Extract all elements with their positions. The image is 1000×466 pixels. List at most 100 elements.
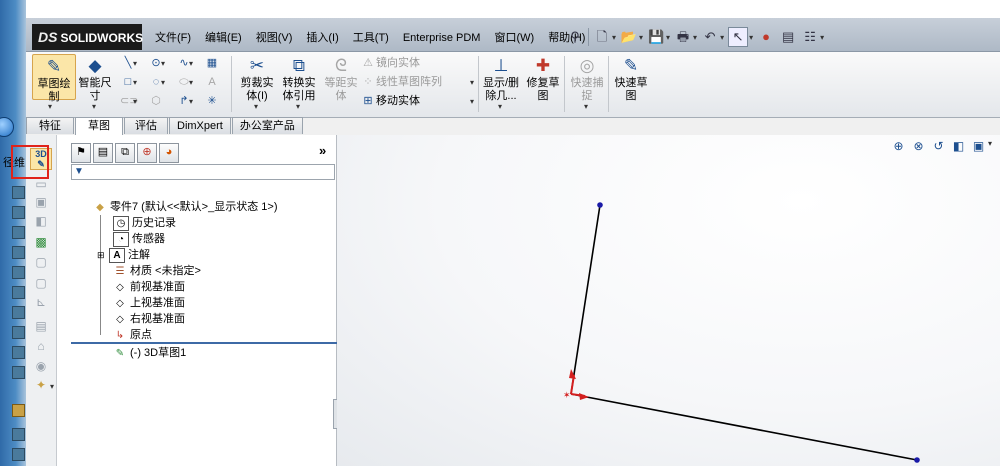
- chevron-down-icon[interactable]: ▾: [749, 33, 753, 42]
- strip-item-icon[interactable]: [12, 346, 25, 359]
- strip-item-icon[interactable]: [12, 246, 25, 259]
- sketch-tool-icon[interactable]: ▤: [34, 319, 48, 333]
- text-tool[interactable]: A: [204, 73, 220, 92]
- sketch-tool-icon[interactable]: ◧: [34, 214, 48, 228]
- new-document-icon[interactable]: 🗋: [593, 28, 611, 46]
- folder-icon[interactable]: [12, 404, 25, 417]
- slot-tool[interactable]: ⊂⊃▾: [120, 92, 138, 111]
- tree-item-annotations[interactable]: ⊞ A 注解: [97, 247, 150, 263]
- solidworks-logo[interactable]: DS SOLIDWORKS: [32, 24, 143, 50]
- magic-wand-icon[interactable]: ✦: [34, 378, 48, 392]
- tab-evaluate[interactable]: 评估: [124, 117, 168, 134]
- strip-item-icon[interactable]: [12, 326, 25, 339]
- save-icon[interactable]: 💾: [647, 28, 665, 46]
- chevron-down-icon[interactable]: ▾: [254, 102, 258, 111]
- trim-entities-button[interactable]: ✂ 剪裁实 体(I): [236, 54, 278, 103]
- polygon-tool[interactable]: ⬡: [148, 92, 164, 111]
- menu-edit[interactable]: 编辑(E): [198, 27, 249, 49]
- chevron-down-icon[interactable]: ▾: [612, 33, 616, 42]
- strip-item-icon[interactable]: [12, 186, 25, 199]
- feature-manager-tab-icon[interactable]: ⚑: [71, 143, 91, 163]
- chevron-down-icon[interactable]: ▾: [189, 59, 193, 68]
- sketch-tool-icon[interactable]: ▢: [34, 276, 48, 290]
- menu-view[interactable]: 视图(V): [249, 27, 300, 49]
- tree-item-history[interactable]: ◷ 历史记录: [113, 215, 176, 231]
- tree-item-front-plane[interactable]: ◇ 前视基准面: [113, 279, 185, 295]
- tree-item-material[interactable]: ☰ 材质 <未指定>: [113, 263, 201, 279]
- configuration-manager-tab-icon[interactable]: ⧉: [115, 143, 135, 163]
- menu-window[interactable]: 窗口(W): [487, 27, 541, 49]
- chevron-down-icon[interactable]: ▾: [296, 102, 300, 111]
- chevron-down-icon[interactable]: ▾: [498, 102, 502, 111]
- tab-sketch[interactable]: 草图: [75, 117, 123, 136]
- chevron-down-icon[interactable]: ▾: [189, 78, 193, 87]
- strip-item-icon[interactable]: [12, 206, 25, 219]
- rollback-bar[interactable]: [71, 342, 337, 344]
- sketch-tool-icon[interactable]: ▣: [34, 195, 48, 209]
- smart-dimension-button[interactable]: ◆ 智能尺 寸: [74, 54, 116, 103]
- print-icon[interactable]: 🖶: [674, 28, 692, 46]
- quick-snaps-button[interactable]: ◎ 快速捕 捉: [566, 54, 608, 103]
- sketch-tool-icon[interactable]: ⊾: [34, 295, 48, 309]
- circle-tool[interactable]: ⊙▾: [148, 54, 165, 73]
- dimxpert-manager-tab-icon[interactable]: ⊕: [137, 143, 157, 163]
- tree-item-origin[interactable]: ↳ 原点: [113, 327, 152, 343]
- chevron-down-icon[interactable]: ▾: [133, 78, 137, 87]
- tab-dimxpert[interactable]: DimXpert: [169, 117, 231, 134]
- tree-item-3d-sketch[interactable]: ✎ (-) 3D草图1: [113, 345, 186, 361]
- rectangle-tool[interactable]: □ ▾: [120, 73, 137, 92]
- chevron-down-icon[interactable]: ▾: [584, 102, 588, 111]
- fillet-tool[interactable]: ↱▾: [176, 92, 193, 111]
- sketch-picture-icon[interactable]: ▩: [34, 235, 48, 249]
- menu-tools[interactable]: 工具(T): [346, 27, 396, 49]
- chevron-down-icon[interactable]: ▾: [470, 97, 474, 106]
- point-tool[interactable]: ✳: [204, 92, 220, 111]
- chevron-down-icon[interactable]: ▾: [820, 33, 824, 42]
- chevron-down-icon[interactable]: ▾: [133, 97, 137, 106]
- expand-panel-icon[interactable]: »: [319, 143, 326, 158]
- sketch-tool-icon[interactable]: ◉: [34, 359, 48, 373]
- select-pointer-icon[interactable]: ↖: [728, 27, 749, 47]
- ellipse-tool[interactable]: ⬭▾: [176, 73, 193, 92]
- back-arrow-icon[interactable]: [0, 117, 14, 137]
- rapid-sketch-button[interactable]: ✎ 快速草 图: [610, 54, 652, 103]
- chevron-down-icon[interactable]: ▾: [720, 33, 724, 42]
- chevron-down-icon[interactable]: ▾: [48, 102, 52, 111]
- strip-item-icon[interactable]: [12, 286, 25, 299]
- menu-enterprise-pdm[interactable]: Enterprise PDM: [396, 27, 488, 49]
- chevron-down-icon[interactable]: ▾: [639, 33, 643, 42]
- tab-office-products[interactable]: 办公室产品: [231, 117, 303, 134]
- expand-plus-icon[interactable]: ⊞: [97, 247, 109, 263]
- move-entities-button[interactable]: ⊞ 移动实体: [360, 92, 420, 111]
- sketch-tool-icon[interactable]: ▢: [34, 255, 48, 269]
- tree-filter-input[interactable]: ▼: [71, 164, 335, 180]
- sketch-tool-icon[interactable]: ▭: [34, 177, 48, 191]
- strip-item-icon[interactable]: [12, 306, 25, 319]
- strip-item-icon[interactable]: [12, 266, 25, 279]
- strip-item-icon[interactable]: [12, 226, 25, 239]
- repair-sketch-button[interactable]: ✚ 修复草 图: [522, 54, 564, 103]
- sketch-endpoint[interactable]: [914, 457, 920, 463]
- strip-item-icon[interactable]: [12, 428, 25, 441]
- chevron-down-icon[interactable]: ▾: [693, 33, 697, 42]
- convert-entities-button[interactable]: ⧉ 转换实 体引用: [278, 54, 320, 103]
- display-delete-relations-button[interactable]: ⊥ 显示/删 除几...: [480, 54, 522, 103]
- chevron-down-icon[interactable]: ▾: [666, 33, 670, 42]
- rebuild-traffic-light-icon[interactable]: ●: [757, 28, 775, 46]
- sketch-endpoint[interactable]: [597, 202, 603, 208]
- tree-root-part[interactable]: ◆ 零件7 (默认<<默认>_显示状态 1>): [93, 199, 277, 215]
- sketch-tool-icon[interactable]: ⌂: [34, 339, 48, 353]
- property-manager-tab-icon[interactable]: ▤: [93, 143, 113, 163]
- strip-item-icon[interactable]: [12, 366, 25, 379]
- chevron-down-icon[interactable]: ▾: [50, 382, 54, 391]
- offset-entities-button[interactable]: ᘓ 等距实 体: [320, 54, 362, 103]
- linear-pattern-button[interactable]: ⁘ 线性草图阵列: [360, 73, 442, 92]
- undo-icon[interactable]: ↶: [701, 28, 719, 46]
- point-grid-tool[interactable]: ▦: [204, 54, 220, 73]
- sketch-line[interactable]: [570, 393, 918, 461]
- display-manager-tab-icon[interactable]: ◕: [159, 143, 179, 163]
- file-properties-icon[interactable]: ▤: [779, 28, 797, 46]
- chevron-down-icon[interactable]: ▾: [161, 59, 165, 68]
- open-folder-icon[interactable]: 📂: [620, 28, 638, 46]
- chevron-down-icon[interactable]: ▾: [161, 78, 165, 87]
